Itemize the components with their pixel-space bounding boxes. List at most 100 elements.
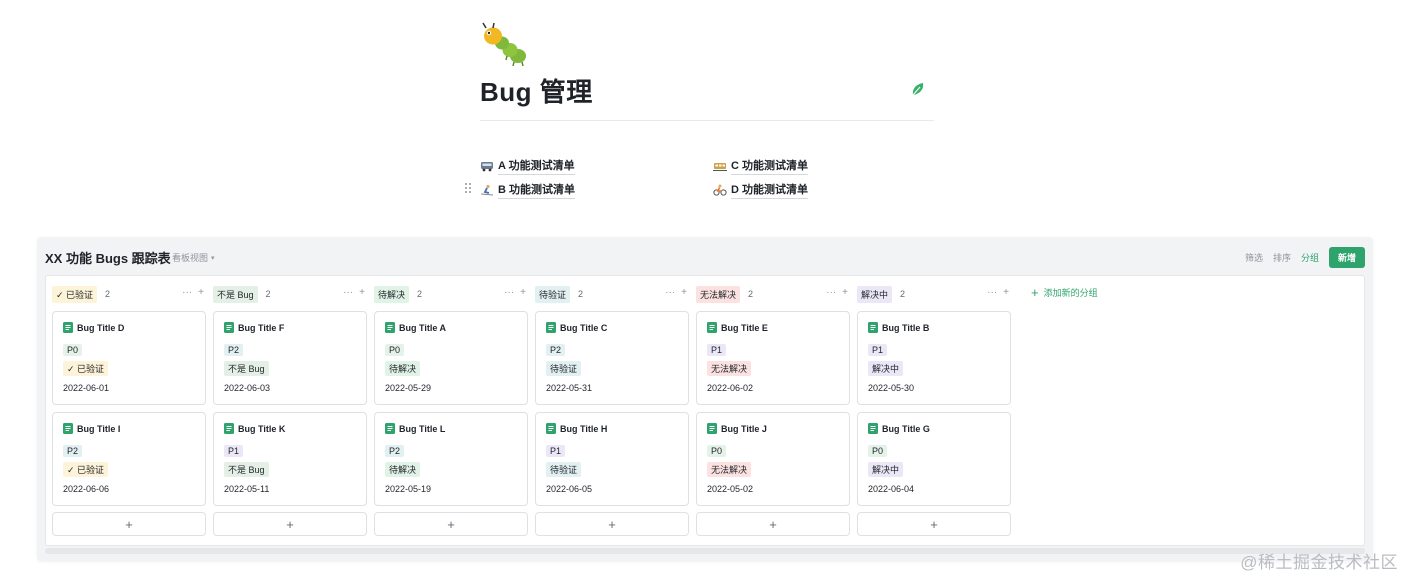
sort-button[interactable]: 排序 (1273, 251, 1291, 264)
status-tag: 待验证 (546, 462, 582, 477)
priority-tag: P1 (546, 445, 566, 457)
add-card-button[interactable]: + (374, 512, 528, 536)
column-header: 待验证 2 ··· + (535, 285, 689, 303)
bug-card[interactable]: Bug Title E P1 无法解决 2022-06-02 (696, 311, 850, 405)
card-title: Bug Title B (868, 322, 1000, 333)
card-title-text: Bug Title H (560, 423, 608, 434)
kanban-column: 无法解决 2 ··· + Bug Title E P1 无法解决 2022-06-02 Bug … (696, 285, 850, 536)
document-icon (707, 322, 717, 333)
card-title-text: Bug Title F (238, 322, 285, 333)
column-tag[interactable]: 解决中 (857, 285, 893, 303)
page-title: Bug 管理 (480, 77, 593, 107)
card-date: 2022-05-02 (707, 484, 754, 494)
add-card-button[interactable]: + (696, 512, 850, 536)
plus-icon[interactable]: + (681, 288, 687, 298)
card-title: Bug Title G (868, 423, 1000, 434)
bug-card[interactable]: Bug Title D P0 ✓ 已验证 2022-06-01 (52, 311, 206, 405)
leaf-icon[interactable] (909, 80, 927, 98)
card-date: 2022-06-01 (63, 383, 110, 393)
card-title: Bug Title C (546, 322, 678, 333)
kanban-column: ✓ 已验证 2 ··· + Bug Title D P0 ✓ 已验证 2022-06-01 Bu… (52, 285, 206, 536)
column-tag[interactable]: ✓ 已验证 (52, 285, 98, 303)
priority-tag: P2 (546, 344, 566, 356)
status-tag: 待验证 (546, 361, 582, 376)
drag-handle-icon[interactable] (464, 182, 472, 194)
filter-button[interactable]: 筛选 (1245, 251, 1263, 264)
card-date: 2022-06-03 (224, 383, 271, 393)
add-card-button[interactable]: + (52, 512, 206, 536)
status-tag: 解决中 (868, 361, 904, 376)
document-icon (707, 423, 717, 434)
add-card-button[interactable]: + (857, 512, 1011, 536)
more-icon[interactable]: ··· (987, 288, 997, 298)
column-actions: ··· + (665, 288, 687, 298)
bug-card[interactable]: Bug Title K P1 不是 Bug 2022-05-11 (213, 412, 367, 506)
bug-card[interactable]: Bug Title L P2 待解决 2022-05-19 (374, 412, 528, 506)
priority-tag: P1 (707, 344, 727, 356)
more-icon[interactable]: ··· (826, 288, 836, 298)
kanban-column: 待解决 2 ··· + Bug Title A P0 待解决 2022-05-29 Bug Ti… (374, 285, 528, 536)
plus-icon[interactable]: + (1003, 288, 1009, 298)
card-title-text: Bug Title B (882, 322, 930, 333)
plus-icon[interactable]: + (198, 288, 204, 298)
priority-tag: P0 (707, 445, 727, 457)
bug-card[interactable]: Bug Title C P2 待验证 2022-05-31 (535, 311, 689, 405)
plus-icon[interactable]: + (520, 288, 526, 298)
more-icon[interactable]: ··· (504, 288, 514, 298)
plus-icon: + (930, 516, 938, 532)
status-tag: ✓ 已验证 (63, 361, 109, 376)
more-icon[interactable]: ··· (343, 288, 353, 298)
card-title: Bug Title K (224, 423, 356, 434)
plus-icon: + (447, 516, 455, 532)
status-tag: 待解决 (385, 462, 421, 477)
column-tag[interactable]: 不是 Bug (213, 285, 258, 303)
new-record-button[interactable]: 新增 (1328, 247, 1365, 268)
bug-card[interactable]: Bug Title G P0 解决中 2022-06-04 (857, 412, 1011, 506)
bug-card[interactable]: Bug Title H P1 待验证 2022-06-05 (535, 412, 689, 506)
column-header: 解决中 2 ··· + (857, 285, 1011, 303)
title-divider (480, 120, 934, 121)
link-d-test-list[interactable]: D 功能测试清单 (713, 181, 808, 199)
link-b-test-list[interactable]: B 功能测试清单 (480, 181, 575, 199)
document-icon (546, 322, 556, 333)
more-icon[interactable]: ··· (665, 288, 675, 298)
kanban-column: 解决中 2 ··· + Bug Title B P1 解决中 2022-05-30 Bug Ti… (857, 285, 1011, 536)
bug-card[interactable]: Bug Title F P2 不是 Bug 2022-06-03 (213, 311, 367, 405)
priority-tag: P2 (385, 445, 405, 457)
more-icon[interactable]: ··· (182, 288, 192, 298)
card-title-text: Bug Title C (560, 322, 608, 333)
link-label: A 功能测试清单 (498, 157, 575, 175)
add-group-button[interactable]: + 添加新的分组 (1031, 286, 1098, 299)
document-icon (63, 423, 73, 434)
kanban-board: XX 功能 Bugs 跟踪表 看板视图 ▾ 筛选 排序 分组 新增 + 添加新的… (37, 237, 1373, 561)
bug-card[interactable]: Bug Title J P0 无法解决 2022-05-02 (696, 412, 850, 506)
bug-card[interactable]: Bug Title A P0 待解决 2022-05-29 (374, 311, 528, 405)
document-icon (224, 423, 234, 434)
column-tag[interactable]: 无法解决 (696, 285, 741, 303)
column-actions: ··· + (504, 288, 526, 298)
column-tag[interactable]: 待解决 (374, 285, 410, 303)
bug-card[interactable]: Bug Title I P2 ✓ 已验证 2022-06-06 (52, 412, 206, 506)
group-button[interactable]: 分组 (1301, 251, 1319, 264)
link-c-test-list[interactable]: C 功能测试清单 (713, 157, 808, 175)
plus-icon[interactable]: + (359, 288, 365, 298)
horizontal-scrollbar[interactable] (45, 548, 1365, 554)
kanban-column: 不是 Bug 2 ··· + Bug Title F P2 不是 Bug 2022-06-03… (213, 285, 367, 536)
card-title: Bug Title I (63, 423, 195, 434)
column-tag[interactable]: 待验证 (535, 285, 571, 303)
status-tag: 不是 Bug (224, 462, 269, 477)
priority-tag: P1 (224, 445, 244, 457)
view-switcher[interactable]: 看板视图 ▾ (172, 251, 215, 264)
bug-card[interactable]: Bug Title B P1 解决中 2022-05-30 (857, 311, 1011, 405)
card-date: 2022-05-30 (868, 383, 915, 393)
add-group-label: 添加新的分组 (1043, 288, 1098, 298)
document-icon (385, 423, 395, 434)
add-card-button[interactable]: + (213, 512, 367, 536)
priority-tag: P0 (63, 344, 83, 356)
link-a-test-list[interactable]: A 功能测试清单 (480, 157, 575, 175)
column-count: 2 (105, 289, 111, 299)
add-card-button[interactable]: + (535, 512, 689, 536)
plus-icon[interactable]: + (842, 288, 848, 298)
priority-tag: P1 (868, 344, 888, 356)
card-date: 2022-06-06 (63, 484, 110, 494)
